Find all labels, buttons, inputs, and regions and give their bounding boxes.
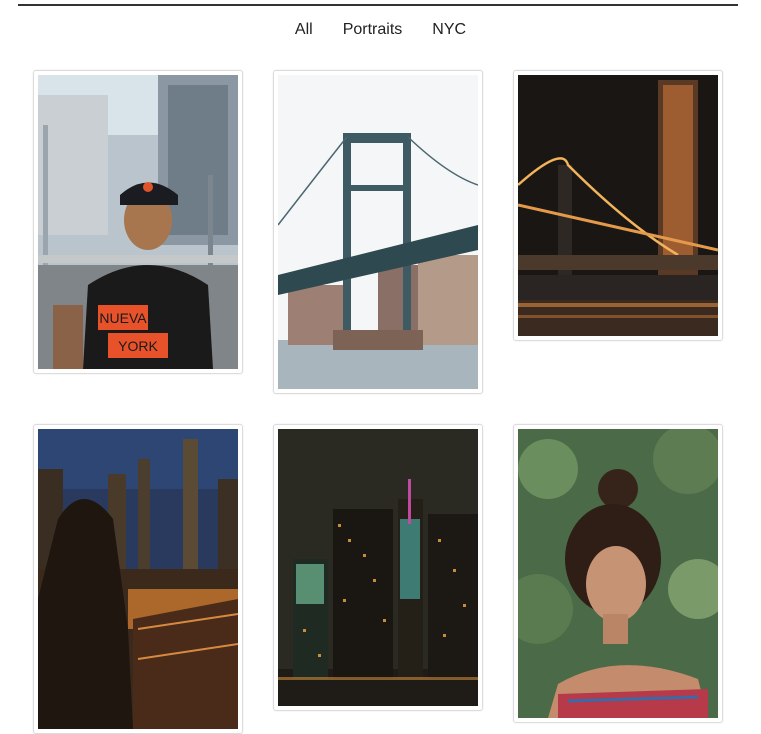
filter-bar: All Portraits NYC (0, 20, 761, 40)
gallery-card-skyline-night[interactable] (273, 424, 483, 711)
shirt-text-line1: NUEVA (99, 310, 147, 326)
filter-portraits-button[interactable]: Portraits (343, 20, 403, 40)
gallery-card-portrait-woman[interactable] (513, 424, 723, 723)
filter-nyc-button[interactable]: NYC (432, 20, 466, 40)
top-divider (18, 4, 738, 6)
photo-bridge-night-tower (518, 75, 718, 336)
photo-manhattan-bridge-day (278, 75, 478, 389)
photo-man-flyers-cap: NUEVA YORK (38, 75, 238, 369)
gallery-card-bridge-day[interactable] (273, 70, 483, 394)
filter-all-button[interactable]: All (295, 20, 313, 40)
gallery-card-bridge-night[interactable] (513, 70, 723, 341)
photo-woman-skyline-night (38, 429, 238, 729)
photo-skyline-night-water (278, 429, 478, 706)
photo-woman-portrait-trees (518, 429, 718, 718)
gallery-card-portrait-man[interactable]: NUEVA YORK (33, 70, 243, 374)
shirt-text-line2: YORK (118, 338, 158, 354)
gallery-card-woman-skyline[interactable] (33, 424, 243, 734)
